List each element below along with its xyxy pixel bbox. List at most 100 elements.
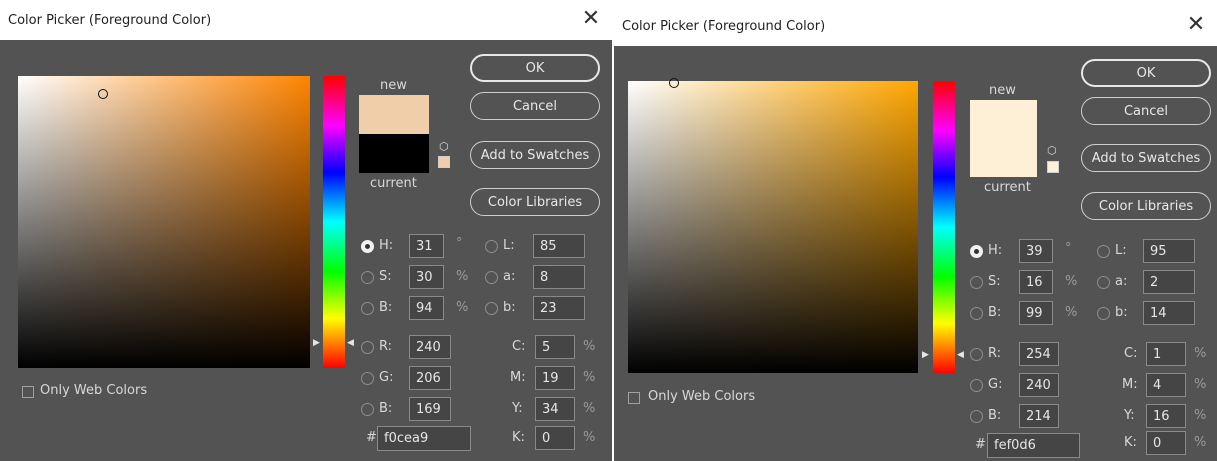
magenta-input[interactable]: 4 <box>1146 373 1186 397</box>
lab-l-radio[interactable] <box>485 240 498 253</box>
blue-input[interactable]: 169 <box>409 397 451 421</box>
saturation-radio[interactable] <box>970 276 983 289</box>
new-color-swatch <box>970 100 1037 139</box>
black-input[interactable]: 0 <box>1146 431 1186 455</box>
red-radio[interactable] <box>970 348 983 361</box>
color-field-marker[interactable] <box>98 89 108 99</box>
gamut-cube-icon[interactable]: ⬡ <box>439 140 449 153</box>
cyan-input[interactable]: 5 <box>535 335 575 359</box>
hue-radio[interactable] <box>970 245 983 258</box>
lab-a-input[interactable]: 8 <box>533 265 585 289</box>
red-label: R: <box>379 339 393 354</box>
color-libraries-button[interactable]: Color Libraries <box>1081 192 1211 220</box>
color-libraries-button[interactable]: Color Libraries <box>470 188 600 216</box>
green-radio[interactable] <box>361 372 374 385</box>
hue-label: H: <box>379 238 394 253</box>
lab-b-radio[interactable] <box>485 302 498 315</box>
cyan-unit: % <box>1194 346 1207 361</box>
cyan-label: C: <box>1124 346 1138 361</box>
close-icon[interactable]: ✕ <box>1185 14 1207 36</box>
cyan-input[interactable]: 1 <box>1146 342 1186 366</box>
cyan-label: C: <box>512 339 526 354</box>
green-label: G: <box>988 377 1003 392</box>
yellow-unit: % <box>1194 408 1207 423</box>
close-icon[interactable]: ✕ <box>580 8 602 30</box>
hue-input[interactable]: 39 <box>1019 239 1053 263</box>
ok-button[interactable]: OK <box>470 54 600 82</box>
lab-l-radio[interactable] <box>1097 245 1110 258</box>
magenta-label: M: <box>510 370 526 385</box>
brightness-input[interactable]: 99 <box>1019 301 1053 325</box>
color-field-marker[interactable] <box>669 78 679 88</box>
lab-a-radio[interactable] <box>1097 276 1110 289</box>
add-to-swatches-button[interactable]: Add to Swatches <box>1081 144 1211 172</box>
saturation-unit: % <box>456 269 469 284</box>
lab-b-input[interactable]: 23 <box>533 296 585 320</box>
hue-input[interactable]: 31 <box>409 234 444 258</box>
gamut-cube-icon[interactable]: ⬡ <box>1047 144 1057 157</box>
hue-slider[interactable] <box>323 76 345 368</box>
current-color-swatch[interactable] <box>359 134 429 173</box>
lab-a-label: a: <box>503 269 516 284</box>
blue-label: B: <box>988 408 1002 423</box>
black-input[interactable]: 0 <box>535 426 575 450</box>
cancel-button[interactable]: Cancel <box>1081 97 1211 125</box>
blue-radio[interactable] <box>970 410 983 423</box>
cancel-button[interactable]: Cancel <box>470 92 600 120</box>
saturation-radio[interactable] <box>361 271 374 284</box>
only-web-colors-label[interactable]: Only Web Colors <box>40 383 147 398</box>
lab-b-input[interactable]: 14 <box>1143 301 1195 325</box>
yellow-input[interactable]: 34 <box>535 397 575 421</box>
hex-input[interactable]: fef0d6 <box>987 433 1080 458</box>
lab-l-input[interactable]: 85 <box>533 234 585 258</box>
brightness-label: B: <box>379 300 393 315</box>
saturation-input[interactable]: 30 <box>409 265 444 289</box>
new-label: new <box>989 83 1016 98</box>
saturation-unit: % <box>1065 274 1078 289</box>
green-input[interactable]: 206 <box>409 366 451 390</box>
red-radio[interactable] <box>361 341 374 354</box>
hue-radio[interactable] <box>361 240 374 253</box>
title-bar: Color Picker (Foreground Color) ✕ <box>0 0 612 40</box>
lab-b-radio[interactable] <box>1097 307 1110 320</box>
lab-a-radio[interactable] <box>485 271 498 284</box>
only-web-colors-label[interactable]: Only Web Colors <box>648 389 755 404</box>
hue-label: H: <box>988 243 1003 258</box>
add-to-swatches-button[interactable]: Add to Swatches <box>470 141 600 169</box>
color-field[interactable] <box>628 78 918 373</box>
gamut-swatch[interactable] <box>1047 161 1059 173</box>
gamut-swatch[interactable] <box>438 156 450 168</box>
hex-input[interactable]: f0cea9 <box>377 426 471 451</box>
current-label: current <box>984 180 1031 195</box>
only-web-colors-checkbox[interactable] <box>628 392 640 404</box>
lab-a-input[interactable]: 2 <box>1143 270 1195 294</box>
brightness-radio[interactable] <box>361 302 374 315</box>
red-input[interactable]: 254 <box>1019 342 1059 366</box>
field-arrow-icon: ▶ <box>313 338 320 348</box>
hue-slider[interactable] <box>933 81 955 373</box>
lab-l-input[interactable]: 95 <box>1143 239 1195 263</box>
magenta-label: M: <box>1122 377 1138 392</box>
blue-input[interactable]: 214 <box>1019 404 1059 428</box>
only-web-colors-checkbox[interactable] <box>22 386 34 398</box>
blue-radio[interactable] <box>361 403 374 416</box>
red-input[interactable]: 240 <box>409 335 451 359</box>
yellow-input[interactable]: 16 <box>1146 404 1186 428</box>
title-bar: Color Picker (Foreground Color) ✕ <box>614 6 1217 46</box>
green-input[interactable]: 240 <box>1019 373 1059 397</box>
color-field[interactable] <box>18 76 310 368</box>
yellow-label: Y: <box>512 401 523 416</box>
saturation-input[interactable]: 16 <box>1019 270 1053 294</box>
current-color-swatch[interactable] <box>970 139 1037 177</box>
hue-slider-arrow-icon[interactable]: ◀ <box>347 338 354 348</box>
magenta-input[interactable]: 19 <box>535 366 575 390</box>
ok-button[interactable]: OK <box>1081 59 1211 87</box>
green-radio[interactable] <box>970 379 983 392</box>
hex-label: # <box>975 437 986 452</box>
brightness-radio[interactable] <box>970 307 983 320</box>
brightness-unit: % <box>456 300 469 315</box>
black-label: K: <box>1124 435 1137 450</box>
brightness-input[interactable]: 94 <box>409 296 444 320</box>
hue-slider-arrow-icon[interactable]: ◀ <box>957 350 964 360</box>
hex-label: # <box>366 430 377 445</box>
